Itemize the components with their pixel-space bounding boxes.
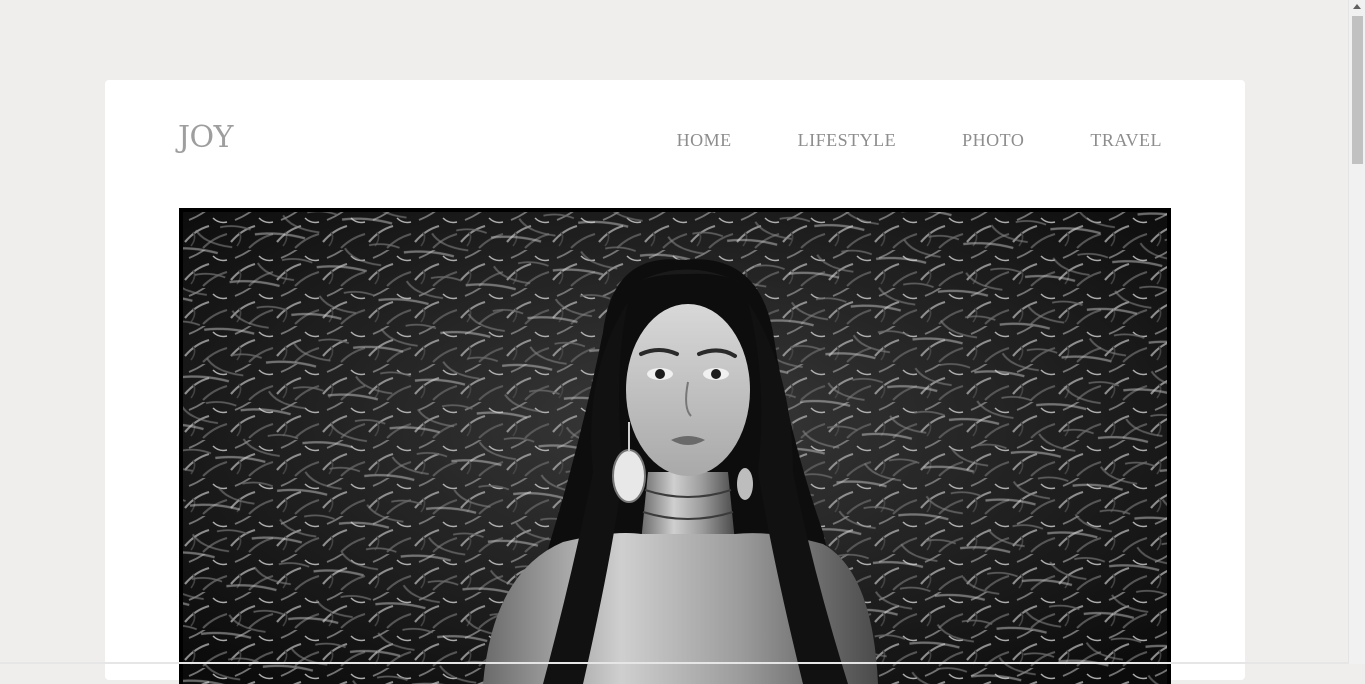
nav-item-lifestyle[interactable]: LIFESTYLE <box>798 130 897 151</box>
nav-item-photo[interactable]: PHOTO <box>962 130 1024 151</box>
scroll-up-arrow-icon[interactable] <box>1353 4 1361 9</box>
nav-item-home[interactable]: HOME <box>677 130 732 151</box>
nav-item-travel[interactable]: TRAVEL <box>1090 130 1162 151</box>
site-logo[interactable]: JOY <box>178 120 233 155</box>
scroll-thumb[interactable] <box>1352 16 1363 164</box>
hero-photo-illustration <box>183 212 1167 684</box>
content-card: JOY HOME LIFESTYLE PHOTO TRAVEL <box>105 80 1245 680</box>
hero-image[interactable] <box>179 208 1171 684</box>
main-nav: HOME LIFESTYLE PHOTO TRAVEL <box>611 130 1162 151</box>
vertical-scrollbar[interactable] <box>1348 0 1365 664</box>
